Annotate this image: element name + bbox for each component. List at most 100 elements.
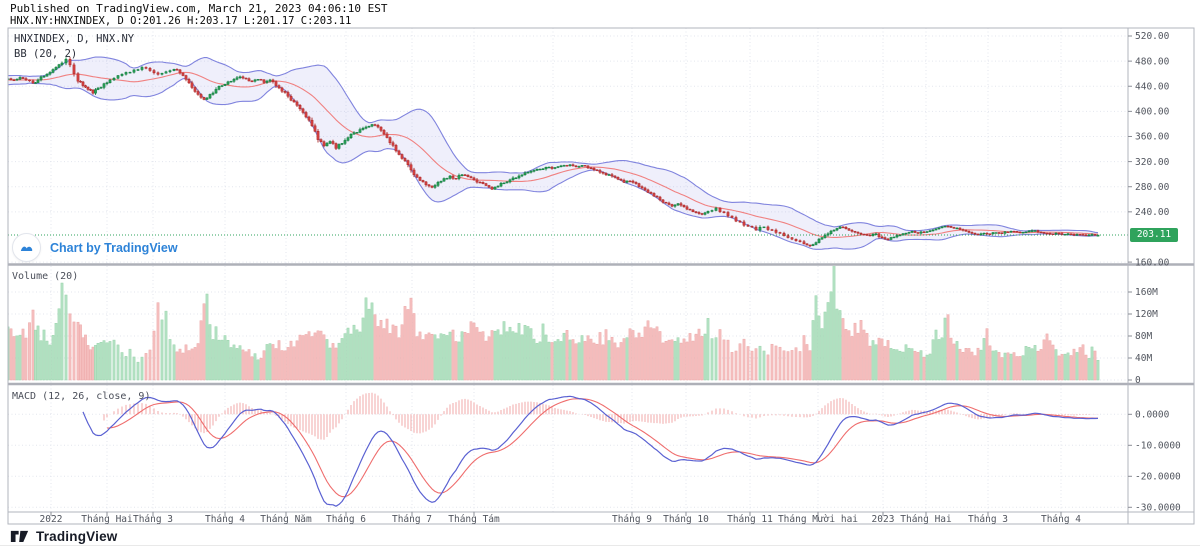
volume-bar — [787, 352, 789, 380]
volume-bar — [359, 332, 361, 380]
volume-bar — [524, 325, 526, 380]
published-chart-page: Published on TradingView.com, March 21, … — [0, 0, 1200, 547]
axis-tick-label: 440.00 — [1135, 81, 1170, 92]
volume-bar — [1013, 353, 1015, 380]
volume-bar — [593, 343, 595, 380]
axis-tick-label: 80M — [1135, 331, 1152, 342]
volume-bar — [467, 333, 469, 380]
candle-body — [230, 81, 232, 82]
volume-bar — [113, 340, 115, 380]
candle-body — [1040, 232, 1042, 233]
volume-bar — [656, 327, 658, 380]
volume-bar — [179, 349, 181, 380]
chart-canvas[interactable]: 520.00480.00440.00400.00360.00320.00280.… — [0, 0, 1200, 547]
candle-body — [368, 126, 370, 127]
volume-bar — [602, 345, 604, 380]
candle-body — [1046, 233, 1048, 234]
volume-bar — [308, 332, 310, 380]
candle-body — [674, 205, 676, 206]
candle-body — [266, 81, 268, 82]
volume-bar — [653, 329, 655, 380]
volume-bar — [19, 335, 21, 380]
volume-bar — [551, 342, 553, 380]
candle-body — [10, 79, 12, 80]
volume-bar — [389, 333, 391, 380]
candle-body — [683, 205, 685, 207]
volume-bar — [485, 341, 487, 380]
candle-body — [575, 166, 577, 167]
volume-bar — [896, 350, 898, 380]
volume-bar — [82, 338, 84, 380]
volume-bar — [350, 334, 352, 380]
volume-bar — [161, 320, 163, 380]
volume-bar — [141, 357, 143, 380]
volume-bar — [257, 360, 259, 380]
volume-bar — [153, 331, 155, 380]
axis-tick-label: 280.00 — [1135, 182, 1170, 193]
candle-body — [518, 176, 520, 178]
candle-body — [775, 230, 777, 232]
volume-bar — [971, 352, 973, 380]
candle-body — [404, 158, 406, 160]
volume-bar — [683, 339, 685, 380]
volume-bar — [221, 340, 223, 380]
candle-body — [419, 177, 421, 180]
watermark[interactable]: Chart by TradingView — [12, 233, 178, 262]
candle-body — [191, 83, 193, 88]
candle-body — [739, 221, 741, 222]
volume-bar — [659, 331, 661, 380]
footer[interactable]: TradingView — [10, 527, 117, 545]
candle-body — [188, 79, 190, 82]
candle-body — [428, 185, 430, 186]
candle-body — [689, 209, 691, 210]
macd-legend[interactable]: MACD (12, 26, close, 9) — [12, 391, 150, 402]
candle-body — [61, 63, 63, 65]
candle-body — [434, 185, 436, 187]
volume-bar — [1025, 346, 1027, 380]
candle-body — [1016, 231, 1018, 232]
candle-body — [872, 234, 874, 235]
candle-body — [365, 127, 367, 128]
volume-bar — [236, 348, 238, 380]
candle-body — [275, 82, 277, 86]
volume-bar — [302, 335, 304, 380]
candle-body — [653, 193, 655, 196]
volume-bar — [79, 325, 81, 380]
volume-bar — [1097, 360, 1099, 380]
candle-body — [617, 177, 619, 179]
volume-bar — [25, 338, 27, 380]
volume-bar — [317, 331, 319, 380]
bb-legend[interactable]: BB (20, 2) — [14, 47, 134, 62]
candle-body — [242, 77, 244, 78]
candle-body — [641, 187, 643, 188]
volume-bar — [723, 340, 725, 380]
candle-body — [860, 233, 862, 234]
candle-body — [887, 239, 889, 240]
candle-body — [787, 236, 789, 238]
volume-bar — [332, 343, 334, 380]
candle-body — [626, 181, 628, 182]
candle-body — [133, 70, 135, 72]
candle-body — [34, 83, 36, 84]
volume-bar — [34, 330, 36, 380]
candle-body — [380, 127, 382, 130]
candle-body — [799, 241, 801, 242]
volume-bar — [815, 296, 817, 380]
volume-bar — [968, 348, 970, 380]
candle-body — [296, 102, 298, 105]
time-tick-label: Tháng 3 — [968, 514, 1008, 525]
candle-body — [1091, 234, 1093, 235]
volume-bar — [341, 338, 343, 380]
candle-body — [437, 182, 439, 185]
volume-bar — [563, 333, 565, 380]
candle-body — [692, 210, 694, 212]
candle-body — [19, 77, 21, 79]
volume-bar — [842, 318, 844, 380]
candle-body — [584, 165, 586, 166]
volume-bar — [446, 335, 448, 380]
axis-tick-label: 0.0000 — [1135, 410, 1170, 421]
volume-bar — [176, 352, 178, 380]
time-tick-label: 2023 — [872, 514, 895, 525]
symbol-legend[interactable]: HNXINDEX, D, HNX.NY — [14, 32, 134, 47]
volume-legend[interactable]: Volume (20) — [12, 271, 78, 282]
